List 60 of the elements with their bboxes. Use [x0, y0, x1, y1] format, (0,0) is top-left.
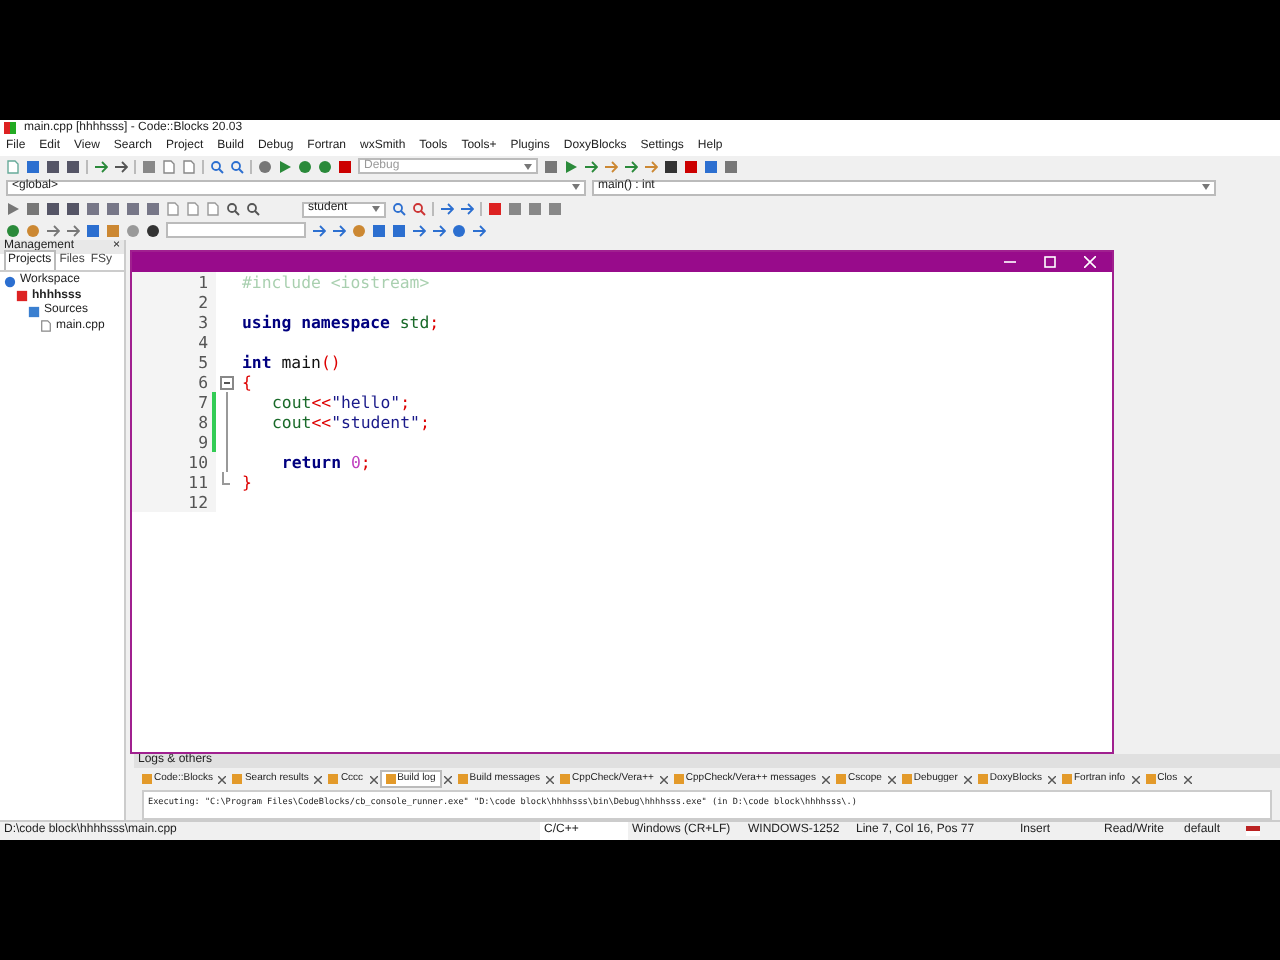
code-line: cout<<"student"; [272, 412, 430, 432]
close-icon[interactable] [443, 775, 452, 783]
line-number: 8 [132, 412, 212, 432]
close-icon[interactable] [659, 775, 668, 783]
caret-icon [372, 206, 380, 212]
search-icon[interactable] [392, 202, 406, 216]
close-icon[interactable] [887, 775, 896, 783]
close-icon[interactable] [821, 775, 830, 783]
line-number: 10 [132, 452, 212, 472]
line-number: 12 [132, 492, 212, 512]
line-number: 9 [132, 432, 212, 452]
forward-icon[interactable] [472, 223, 486, 237]
caret-icon [524, 163, 532, 169]
file-icon[interactable] [40, 320, 52, 333]
back-icon[interactable] [432, 223, 446, 237]
code-line: using namespace std; [242, 312, 440, 332]
close-icon[interactable] [218, 775, 227, 783]
line-number: 2 [132, 292, 212, 312]
line-number: 5 [132, 352, 212, 372]
dot-icon[interactable] [452, 223, 466, 237]
app-icon [4, 122, 16, 134]
line-number: 11 [132, 472, 212, 492]
search-icon[interactable] [412, 202, 426, 216]
close-icon[interactable] [1048, 775, 1056, 783]
redo-icon[interactable] [114, 159, 128, 173]
line-number: 3 [132, 312, 212, 332]
search-icon[interactable] [210, 159, 224, 173]
code-line: } [242, 472, 252, 492]
cursor-icon[interactable] [6, 202, 20, 216]
stop-icon[interactable] [338, 159, 352, 173]
input-field[interactable] [166, 222, 306, 238]
code-line: { [242, 372, 252, 392]
code-line: return 0; [279, 452, 371, 472]
caret-icon [1202, 184, 1210, 190]
close-icon[interactable] [963, 775, 972, 783]
zoom-in-icon[interactable] [226, 202, 240, 216]
close-icon[interactable] [1183, 775, 1192, 783]
back-icon[interactable] [312, 223, 326, 237]
line-number: 4 [132, 332, 212, 352]
forward-icon[interactable] [332, 223, 346, 237]
close-icon[interactable] [314, 775, 323, 783]
fold-icon[interactable] [219, 375, 233, 389]
code-line: int main() [242, 352, 341, 372]
close-icon[interactable] [369, 775, 378, 783]
undo-icon[interactable] [94, 159, 108, 173]
back-icon[interactable] [440, 202, 454, 216]
forward-icon[interactable] [460, 202, 474, 216]
flag-icon [1246, 826, 1260, 836]
line-number: 6 [132, 372, 212, 392]
line-number: 7 [132, 392, 212, 412]
code-line: cout<<"hello"; [272, 392, 411, 412]
circle-icon[interactable] [146, 223, 160, 237]
minimize-icon[interactable] [1004, 256, 1016, 268]
line-number: 1 [132, 272, 212, 292]
close-icon[interactable] [1131, 775, 1140, 783]
caret-icon [572, 184, 580, 190]
code-line: #include <iostream> [242, 272, 430, 292]
close-icon[interactable] [546, 775, 555, 783]
maximize-icon[interactable] [1044, 256, 1056, 268]
zoom-out-icon[interactable] [246, 202, 260, 216]
